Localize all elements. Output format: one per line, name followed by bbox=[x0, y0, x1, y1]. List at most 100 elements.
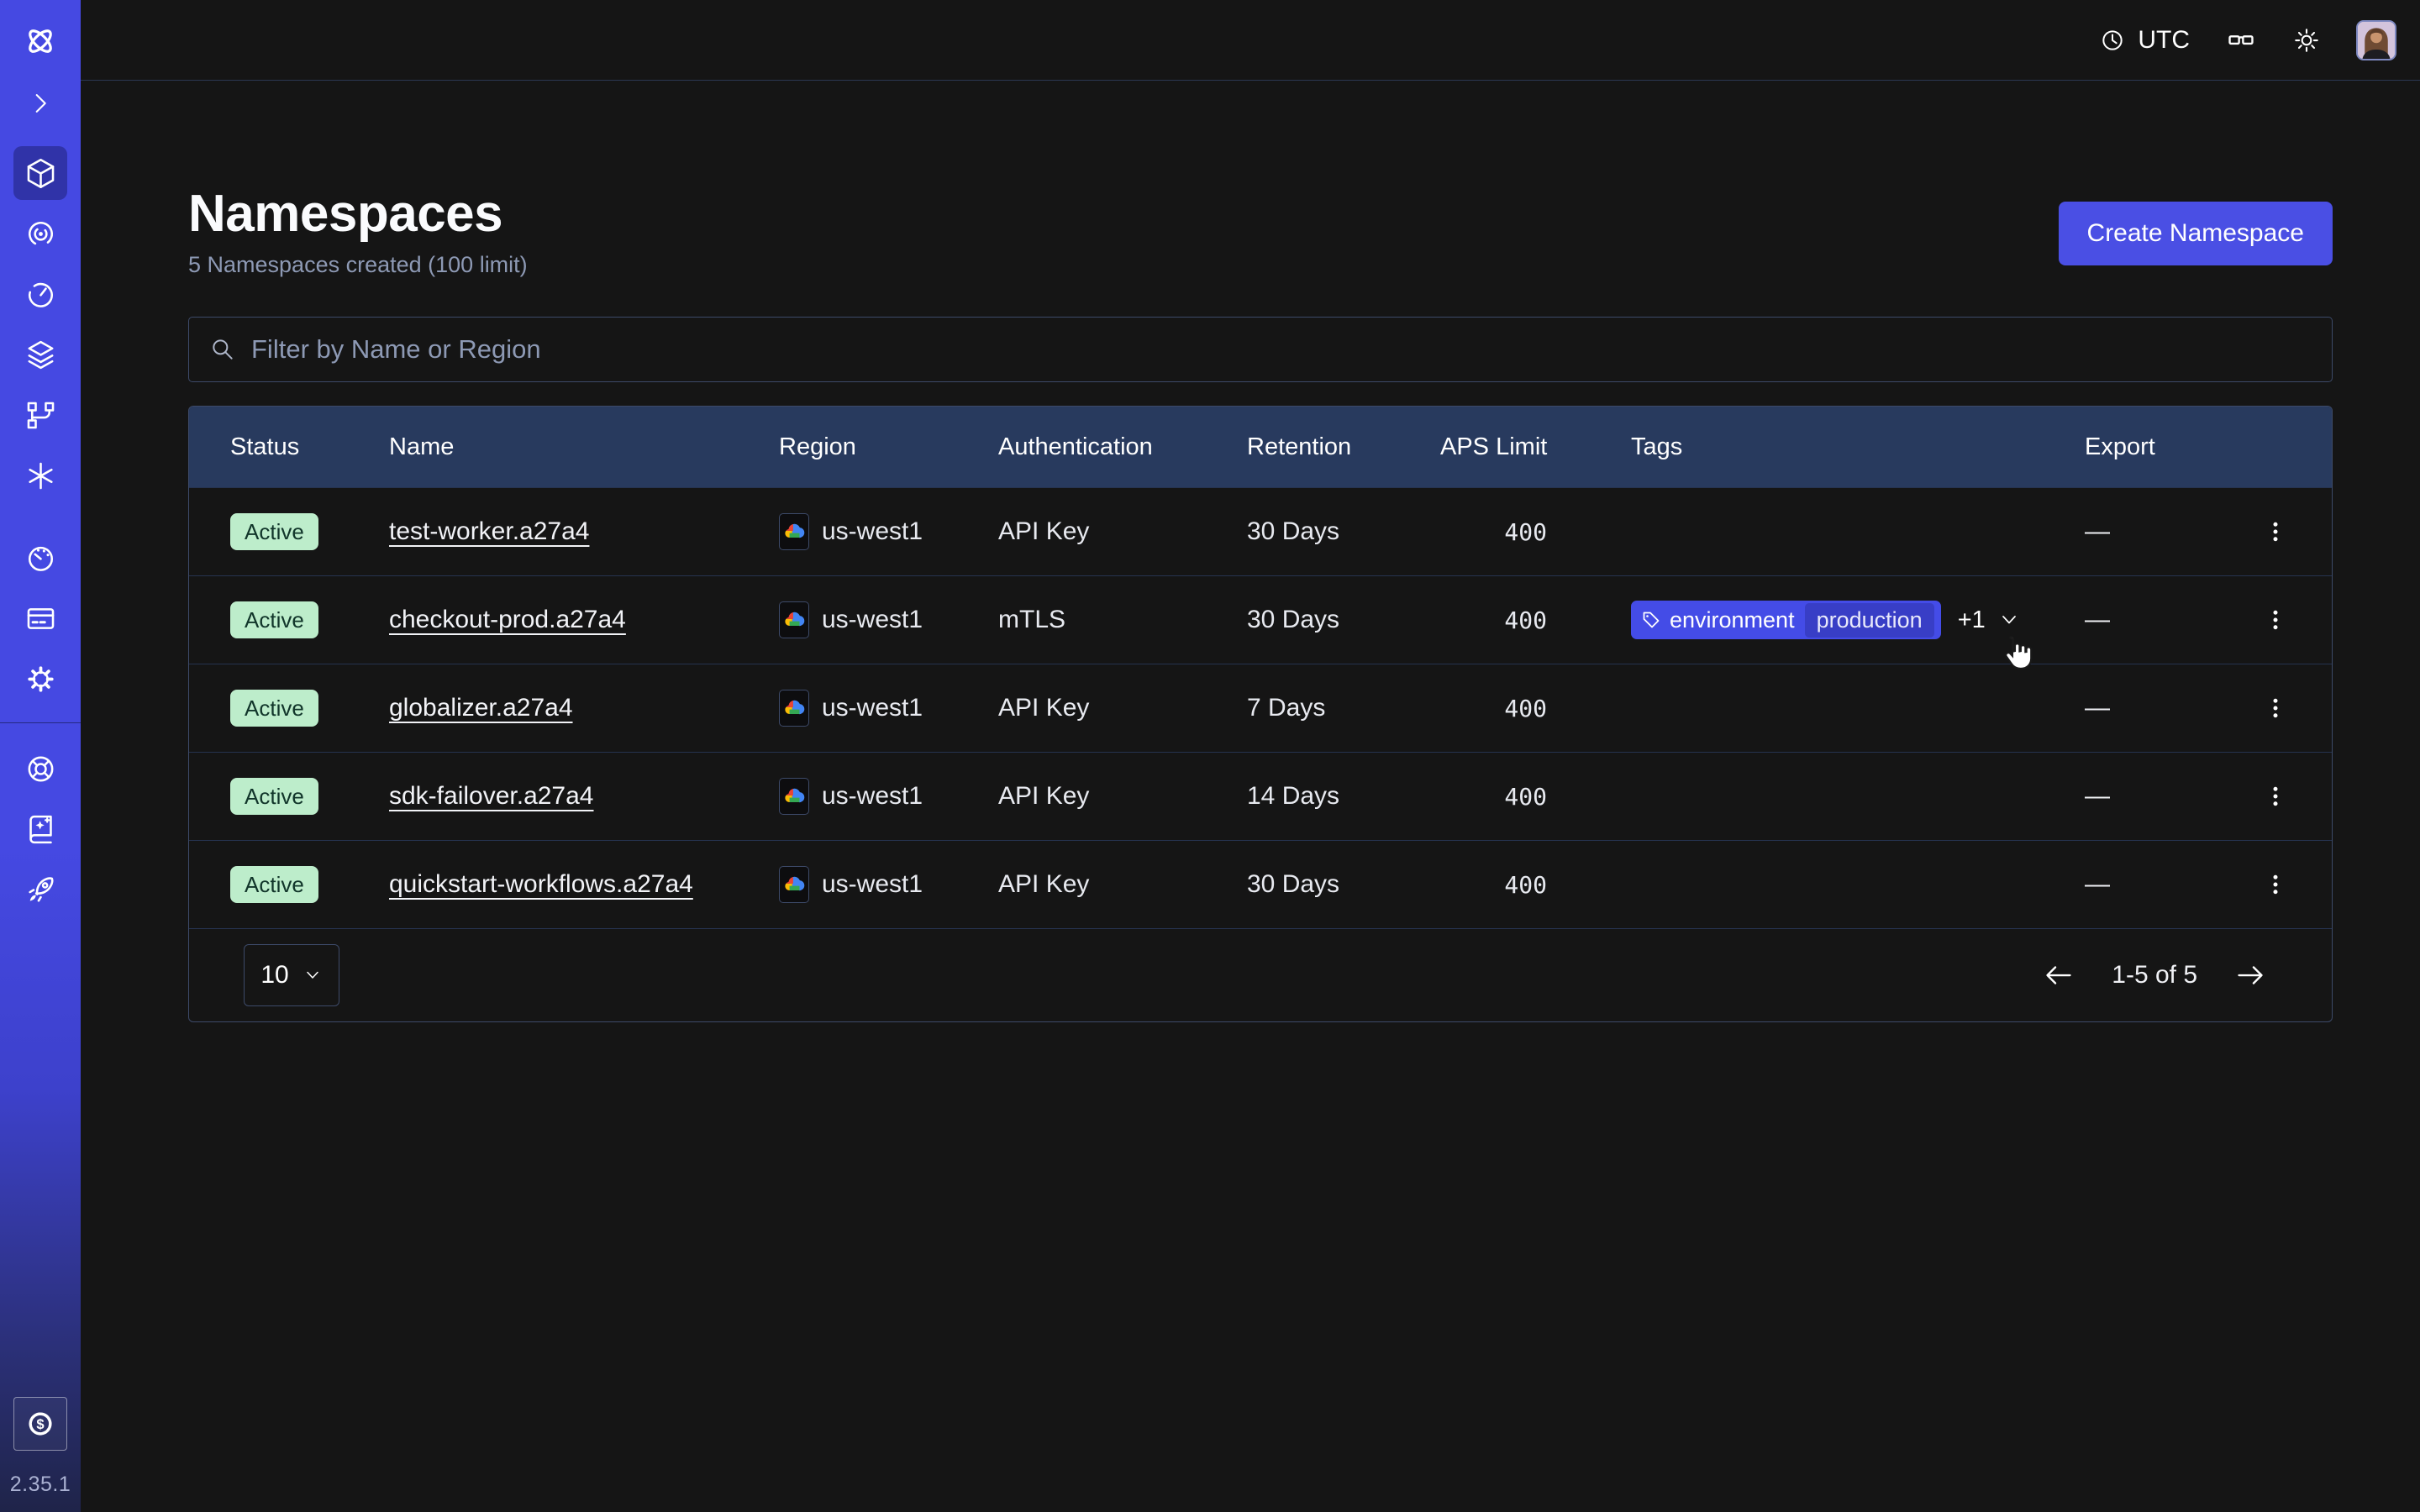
sidebar-item-namespaces[interactable] bbox=[13, 146, 67, 200]
sidebar-item-deployments[interactable] bbox=[13, 388, 67, 442]
svg-text:$: $ bbox=[36, 1416, 44, 1432]
aps-limit-value: 400 bbox=[1440, 606, 1631, 634]
export-value: — bbox=[2085, 517, 2219, 546]
avatar[interactable] bbox=[2356, 20, 2396, 60]
sidebar-divider bbox=[0, 722, 81, 723]
auth-value: mTLS bbox=[998, 606, 1247, 634]
gcp-cloud-icon bbox=[779, 601, 809, 638]
row-menu-button[interactable] bbox=[2219, 784, 2332, 809]
tag-value: production bbox=[1805, 603, 1934, 638]
retention-value: 30 Days bbox=[1247, 606, 1440, 634]
sidebar-expand-button[interactable] bbox=[26, 89, 55, 118]
branch-icon bbox=[24, 398, 58, 433]
page-size-value: 10 bbox=[260, 961, 288, 990]
aps-limit-value: 400 bbox=[1440, 871, 1631, 899]
kebab-menu-icon bbox=[2263, 872, 2288, 897]
tag-expand-button[interactable] bbox=[1997, 608, 2021, 632]
search-icon bbox=[209, 336, 236, 363]
gcp-cloud-icon bbox=[779, 778, 809, 815]
status-badge: Active bbox=[230, 778, 318, 816]
table-row: Active checkout-prod.a27a4 us-west1 mTLS… bbox=[189, 575, 2332, 664]
arrow-left-icon bbox=[2043, 959, 2075, 991]
sidebar-item-nexus[interactable] bbox=[13, 449, 67, 502]
timer-icon bbox=[24, 277, 58, 312]
filter-input[interactable] bbox=[251, 334, 2312, 365]
status-badge: Active bbox=[230, 690, 318, 727]
auth-value: API Key bbox=[998, 517, 1247, 546]
row-menu-button[interactable] bbox=[2219, 607, 2332, 633]
aps-limit-value: 400 bbox=[1440, 695, 1631, 722]
lifebuoy-support-icon bbox=[24, 752, 58, 786]
sidebar-item-batch[interactable] bbox=[13, 328, 67, 381]
row-menu-button[interactable] bbox=[2219, 696, 2332, 721]
sidebar-item-support[interactable] bbox=[13, 742, 67, 795]
status-badge: Active bbox=[230, 513, 318, 551]
topbar: UTC bbox=[81, 0, 2420, 81]
rocket-icon bbox=[24, 873, 58, 907]
sidebar-item-workflows[interactable] bbox=[13, 207, 67, 260]
col-header-aps-limit: APS Limit bbox=[1440, 433, 1631, 461]
auth-value: API Key bbox=[998, 782, 1247, 811]
create-namespace-button[interactable]: Create Namespace bbox=[2059, 202, 2333, 265]
page-title: Namespaces bbox=[188, 188, 528, 240]
gauge-usage-icon bbox=[24, 541, 58, 575]
sidebar-item-billing[interactable] bbox=[13, 591, 67, 645]
export-value: — bbox=[2085, 870, 2219, 899]
sidebar-item-getting-started[interactable] bbox=[13, 863, 67, 916]
gear-settings-icon bbox=[24, 662, 58, 696]
kebab-menu-icon bbox=[2263, 784, 2288, 809]
credits-button[interactable]: $ bbox=[13, 1397, 67, 1451]
namespace-link[interactable]: checkout-prod.a27a4 bbox=[389, 606, 626, 634]
namespace-link[interactable]: sdk-failover.a27a4 bbox=[389, 782, 594, 811]
aps-limit-value: 400 bbox=[1440, 783, 1631, 811]
gcp-cloud-icon bbox=[779, 690, 809, 727]
app-version: 2.35.1 bbox=[10, 1473, 71, 1497]
sidebar-item-usage[interactable] bbox=[13, 531, 67, 585]
region-label: us-west1 bbox=[822, 870, 923, 899]
prev-page-button[interactable] bbox=[2043, 959, 2075, 991]
namespaces-table: Status Name Region Authentication Retent… bbox=[188, 406, 2333, 1022]
namespaces-page: { "app": { "version": "2.35.1" }, "topba… bbox=[0, 0, 2420, 1512]
row-menu-button[interactable] bbox=[2219, 519, 2332, 544]
status-badge: Active bbox=[230, 601, 318, 639]
retention-value: 30 Days bbox=[1247, 870, 1440, 899]
table-footer: 10 1-5 of 5 bbox=[189, 928, 2332, 1021]
labs-toggle-button[interactable] bbox=[2225, 24, 2257, 56]
col-header-region: Region bbox=[779, 433, 998, 461]
export-value: — bbox=[2085, 782, 2219, 811]
namespace-link[interactable]: test-worker.a27a4 bbox=[389, 517, 589, 546]
arrow-right-icon bbox=[2234, 959, 2266, 991]
temporal-logo-icon[interactable] bbox=[21, 22, 60, 60]
row-menu-button[interactable] bbox=[2219, 872, 2332, 897]
next-page-button[interactable] bbox=[2234, 959, 2266, 991]
status-badge: Active bbox=[230, 866, 318, 904]
sun-icon bbox=[2292, 26, 2321, 55]
sidebar-item-schedules[interactable] bbox=[13, 267, 67, 321]
table-header-row: Status Name Region Authentication Retent… bbox=[189, 407, 2332, 487]
tag-key: environment bbox=[1670, 607, 1795, 633]
dollar-badge-icon: $ bbox=[23, 1406, 58, 1441]
sidebar-item-docs[interactable] bbox=[13, 802, 67, 856]
clock-icon bbox=[2099, 27, 2126, 54]
namespace-link[interactable]: globalizer.a27a4 bbox=[389, 694, 573, 722]
tags-cell: environment production +1 bbox=[1631, 601, 2085, 639]
timezone-label: UTC bbox=[2138, 26, 2190, 55]
table-row: Active quickstart-workflows.a27a4 us-wes… bbox=[189, 840, 2332, 928]
tag-pill[interactable]: environment production bbox=[1631, 601, 1941, 639]
timezone-selector[interactable]: UTC bbox=[2099, 26, 2190, 55]
region-label: us-west1 bbox=[822, 694, 923, 722]
main-content: Namespaces 5 Namespaces created (100 lim… bbox=[81, 81, 2420, 1022]
pagination-range: 1-5 of 5 bbox=[2112, 961, 2197, 990]
col-header-name: Name bbox=[389, 433, 779, 461]
sidebar-item-settings[interactable] bbox=[13, 652, 67, 706]
theme-toggle-button[interactable] bbox=[2292, 26, 2321, 55]
filter-searchbox[interactable] bbox=[188, 317, 2333, 382]
page-size-select[interactable]: 10 bbox=[244, 944, 339, 1006]
region-label: us-west1 bbox=[822, 606, 923, 634]
export-value: — bbox=[2085, 694, 2219, 722]
table-row: Active test-worker.a27a4 us-west1 API Ke… bbox=[189, 487, 2332, 575]
chevron-down-icon bbox=[1997, 608, 2021, 632]
namespace-link[interactable]: quickstart-workflows.a27a4 bbox=[389, 870, 693, 899]
cube-namespaces-icon bbox=[24, 156, 58, 191]
col-header-export: Export bbox=[2085, 433, 2219, 461]
